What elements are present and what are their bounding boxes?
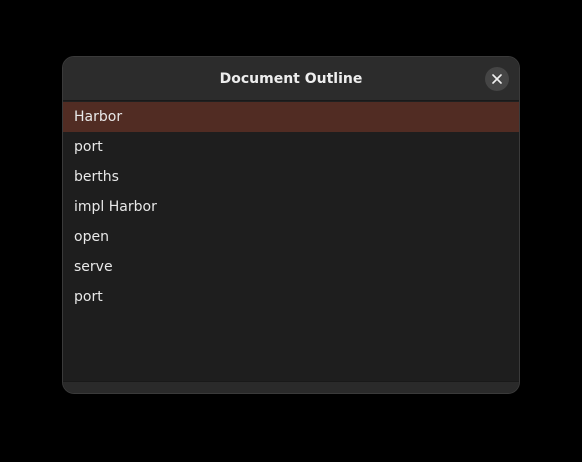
close-button[interactable] [485,67,509,91]
close-icon [492,74,502,84]
outline-item[interactable]: Harbor [63,102,519,132]
outline-item[interactable]: serve [63,252,519,282]
outline-dialog: Document Outline Harbor port berths impl… [62,56,520,394]
dialog-title: Document Outline [219,71,363,87]
outline-item[interactable]: open [63,222,519,252]
outline-item[interactable]: berths [63,162,519,192]
outline-item[interactable]: impl Harbor [63,192,519,222]
dialog-header: Document Outline [63,57,519,101]
outline-item[interactable]: port [63,132,519,162]
outline-list: Harbor port berths impl Harbor open serv… [63,102,519,382]
dialog-footer-bar [63,381,519,393]
outline-item[interactable]: port [63,282,519,312]
